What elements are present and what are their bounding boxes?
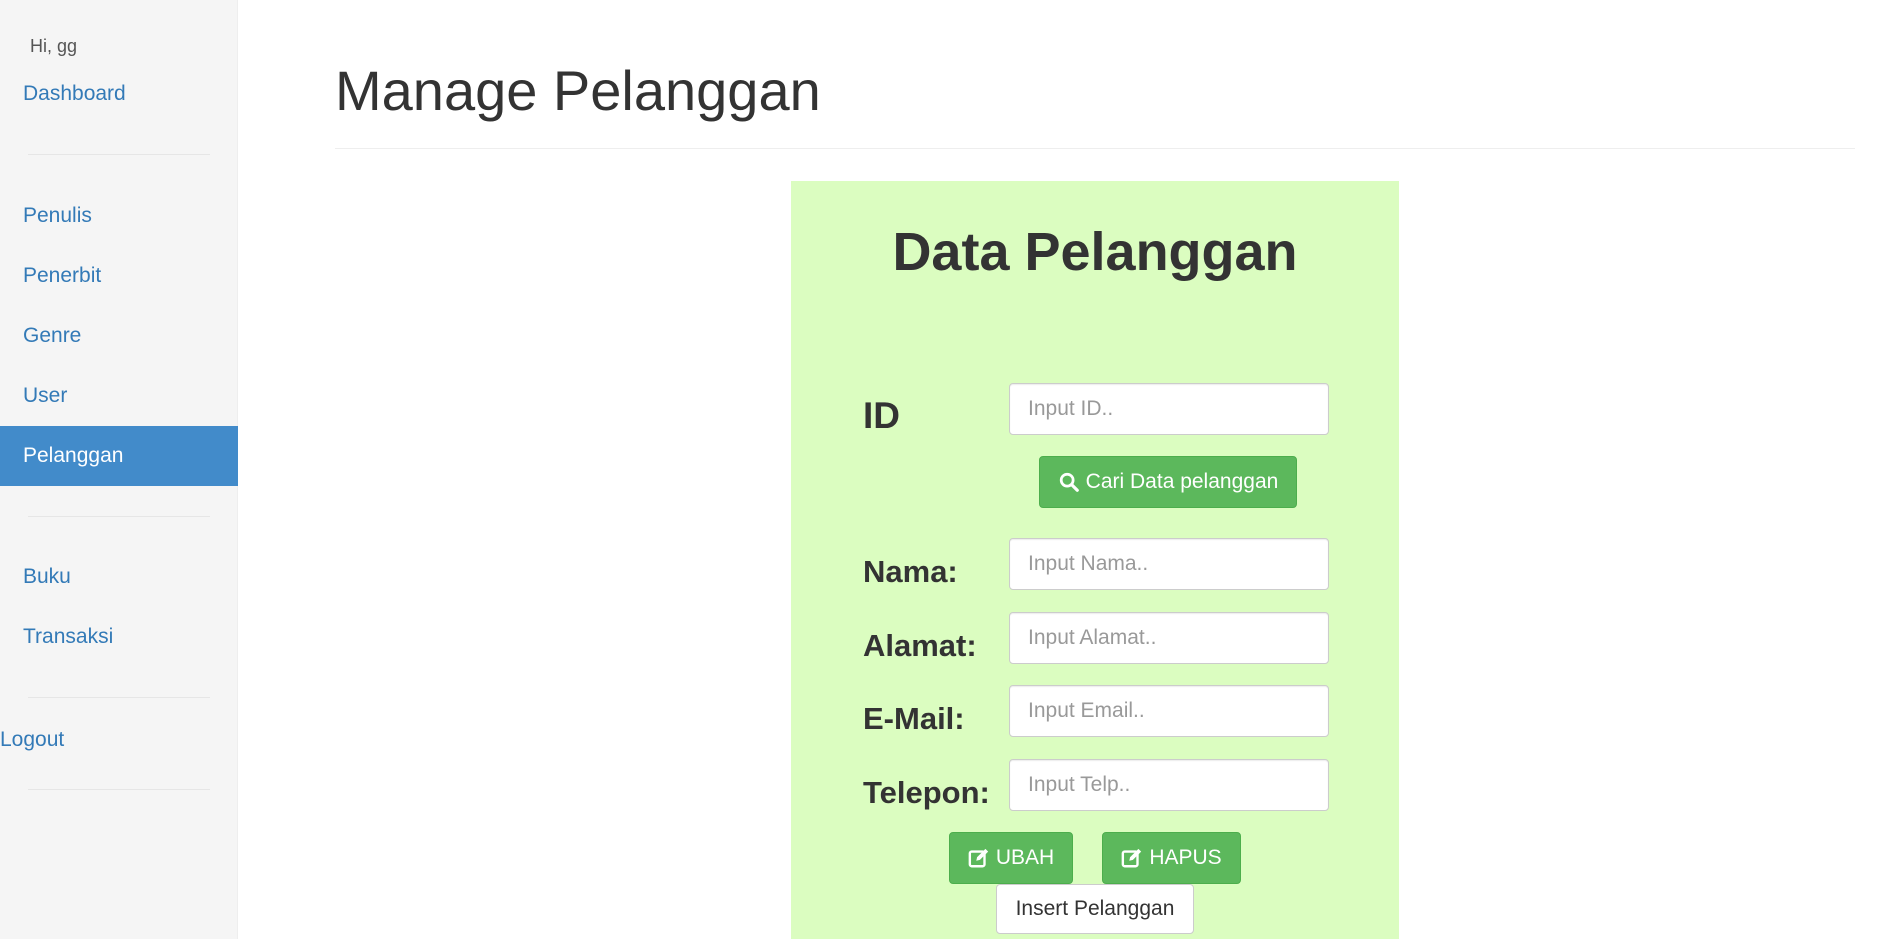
alamat-input[interactable]: [1009, 612, 1329, 664]
sidebar-divider: [28, 697, 210, 698]
search-button-label: Cari Data pelanggan: [1085, 470, 1279, 493]
search-customer-button[interactable]: Cari Data pelanggan: [1039, 456, 1297, 508]
nama-label: Nama:: [863, 554, 958, 589]
sidebar-item-user[interactable]: User: [0, 366, 238, 426]
ubah-button-label: UBAH: [995, 846, 1055, 869]
alamat-label: Alamat:: [863, 628, 977, 663]
email-input[interactable]: [1009, 685, 1329, 737]
logout-link[interactable]: Logout: [0, 728, 64, 752]
email-label: E-Mail:: [863, 701, 965, 736]
hapus-button[interactable]: HAPUS: [1102, 832, 1241, 884]
greeting-text: Hi, gg: [30, 36, 78, 56]
sidebar: Hi, gg Dashboard Penulis Penerbit Genre …: [0, 0, 238, 939]
nama-input[interactable]: [1009, 538, 1329, 590]
id-input[interactable]: [1009, 383, 1329, 435]
telepon-label: Telepon:: [863, 775, 990, 810]
form-title: Data Pelanggan: [892, 222, 1298, 282]
hapus-button-label: HAPUS: [1149, 846, 1222, 869]
search-icon: [1059, 472, 1079, 492]
sidebar-item-penerbit[interactable]: Penerbit: [0, 246, 238, 306]
title-divider: [335, 148, 1855, 149]
pelanggan-form-panel: Data Pelanggan ID Cari Data pelanggan Na…: [791, 181, 1399, 939]
telepon-input[interactable]: [1009, 759, 1329, 811]
ubah-button[interactable]: UBAH: [949, 832, 1073, 884]
sidebar-item-dashboard[interactable]: Dashboard: [0, 64, 238, 124]
insert-pelanggan-button[interactable]: Insert Pelanggan: [996, 884, 1194, 934]
sidebar-item-genre[interactable]: Genre: [0, 306, 238, 366]
page-title: Manage Pelanggan: [335, 59, 821, 122]
sidebar-divider: [28, 154, 210, 155]
sidebar-item-pelanggan[interactable]: Pelanggan: [0, 426, 238, 486]
edit-icon: [1121, 848, 1142, 868]
sidebar-item-transaksi[interactable]: Transaksi: [0, 607, 238, 667]
sidebar-item-penulis[interactable]: Penulis: [0, 186, 238, 246]
id-label: ID: [863, 395, 900, 436]
sidebar-item-buku[interactable]: Buku: [0, 547, 238, 607]
edit-icon: [968, 848, 988, 868]
sidebar-divider: [28, 516, 210, 517]
sidebar-divider: [28, 789, 210, 790]
